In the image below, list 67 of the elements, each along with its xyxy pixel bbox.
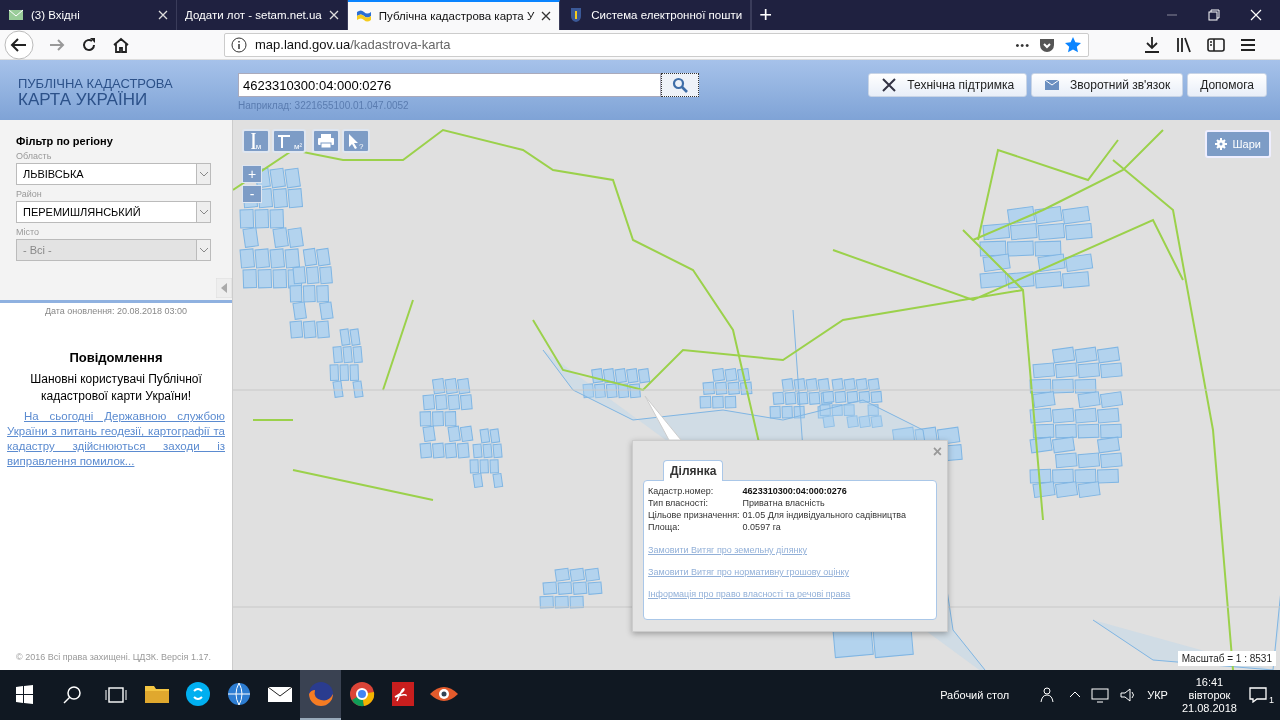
- address-bar[interactable]: map.land.gov.ua/kadastrova-karta •••: [224, 32, 1089, 57]
- header-button[interactable]: Зворотний зв'язок: [1031, 73, 1184, 97]
- logo-text: КАРТА УКРАЇНИ: [18, 91, 148, 109]
- dropdown[interactable]: ЛЬВІВСЬКА: [16, 163, 211, 185]
- printer-icon: [317, 132, 336, 150]
- download-icon[interactable]: [1143, 35, 1161, 54]
- field-label: Кадастр.номер:: [648, 485, 715, 497]
- sidebar-icon[interactable]: [1207, 35, 1225, 54]
- logo-text: ПУБЛІЧНА КАДАСТРОВА: [18, 77, 174, 91]
- notifications-button[interactable]: [1247, 687, 1269, 703]
- clock-time[interactable]: 16:41: [1195, 675, 1224, 689]
- pointer-icon: [348, 133, 359, 149]
- header-button[interactable]: Технічна підтримка: [868, 73, 1028, 97]
- tab-title: Додати лот - setam.net.ua: [185, 9, 322, 21]
- envelope-icon: [1044, 77, 1061, 93]
- notification-icon: [1249, 687, 1267, 703]
- search-button[interactable]: [661, 73, 699, 97]
- search-icon: [672, 77, 688, 93]
- chevron-down-icon: [199, 247, 208, 253]
- library-icon[interactable]: [1175, 35, 1193, 54]
- update-date: Дата оновлення: 20.08.2018 03:00: [43, 306, 189, 316]
- field-label: Тип власності:: [648, 497, 709, 509]
- field-label: Область: [16, 151, 53, 161]
- field-label: Площа:: [648, 521, 681, 533]
- tab-title: Система електронної пошти: [591, 9, 743, 21]
- ruler-icon: [250, 133, 256, 149]
- tab-title: Публічна кадастрова карта У: [378, 10, 535, 22]
- dropdown: - Всі -: [16, 239, 211, 261]
- dropdown[interactable]: ПЕРЕМИШЛЯНСЬКИЙ: [16, 201, 211, 223]
- desktop-label[interactable]: Рабочий стол: [940, 689, 1010, 701]
- url-text: map.land.gov.ua/kadastrova-karta: [255, 37, 452, 52]
- tab-title: (3) Вхідні: [31, 9, 81, 21]
- field-label: Місто: [16, 227, 41, 237]
- field-label: Район: [16, 189, 43, 199]
- restore-icon[interactable]: [1208, 9, 1220, 21]
- notice-text: Шановні користувачі Публічної кадастрової карти України!: [29, 371, 203, 405]
- star-icon[interactable]: [1064, 35, 1082, 54]
- field-label: Цільове призначення:: [648, 509, 740, 521]
- gear-icon: [1214, 138, 1227, 150]
- filter-title: Фільтр по регіону: [16, 135, 114, 147]
- flag-icon: [355, 8, 372, 24]
- more-button[interactable]: •••: [1015, 38, 1030, 51]
- notice-link[interactable]: На сьогодні Державною службою України з питань геодезії, картографії та кадастру здійснюються заходи із виправлення помилок...: [7, 409, 225, 469]
- browser-tab[interactable]: Публічна кадастрова карта У: [347, 0, 561, 30]
- field-value: 4623310300:04:000:0276: [742, 485, 848, 497]
- notification-count: 1: [1269, 694, 1274, 705]
- notice-title: Повідомлення: [68, 350, 164, 365]
- envelope-icon: [8, 7, 24, 23]
- field-value: 01.05 Для індивідуального садівництва: [742, 509, 908, 521]
- language-indicator[interactable]: УКР: [1147, 689, 1168, 701]
- header-button[interactable]: Допомога: [1187, 73, 1267, 97]
- field-value: 0.0597 га: [742, 521, 782, 533]
- info-icon: [231, 36, 247, 53]
- scale-label: Масштаб = 1 : 8531: [1177, 651, 1276, 666]
- chevron-down-icon: [199, 209, 208, 215]
- search-field[interactable]: 4623310300:04:000:0276: [238, 73, 661, 97]
- home-icon[interactable]: [112, 35, 130, 54]
- popup-tab[interactable]: Ділянка: [663, 460, 724, 481]
- close-icon[interactable]: [541, 11, 552, 21]
- reload-icon[interactable]: [80, 35, 98, 54]
- clock-date[interactable]: 21.08.2018: [1181, 701, 1237, 715]
- map-tool-button[interactable]: [312, 129, 341, 153]
- back-icon[interactable]: [4, 29, 34, 60]
- field-value: Приватна власність: [742, 497, 826, 509]
- chevron-down-icon: [199, 171, 208, 177]
- copyright-text: © 2016 Всі права захищені. ЦДЗК. Версія 1.17.: [15, 652, 212, 664]
- clock-day[interactable]: вівторок: [1188, 688, 1231, 702]
